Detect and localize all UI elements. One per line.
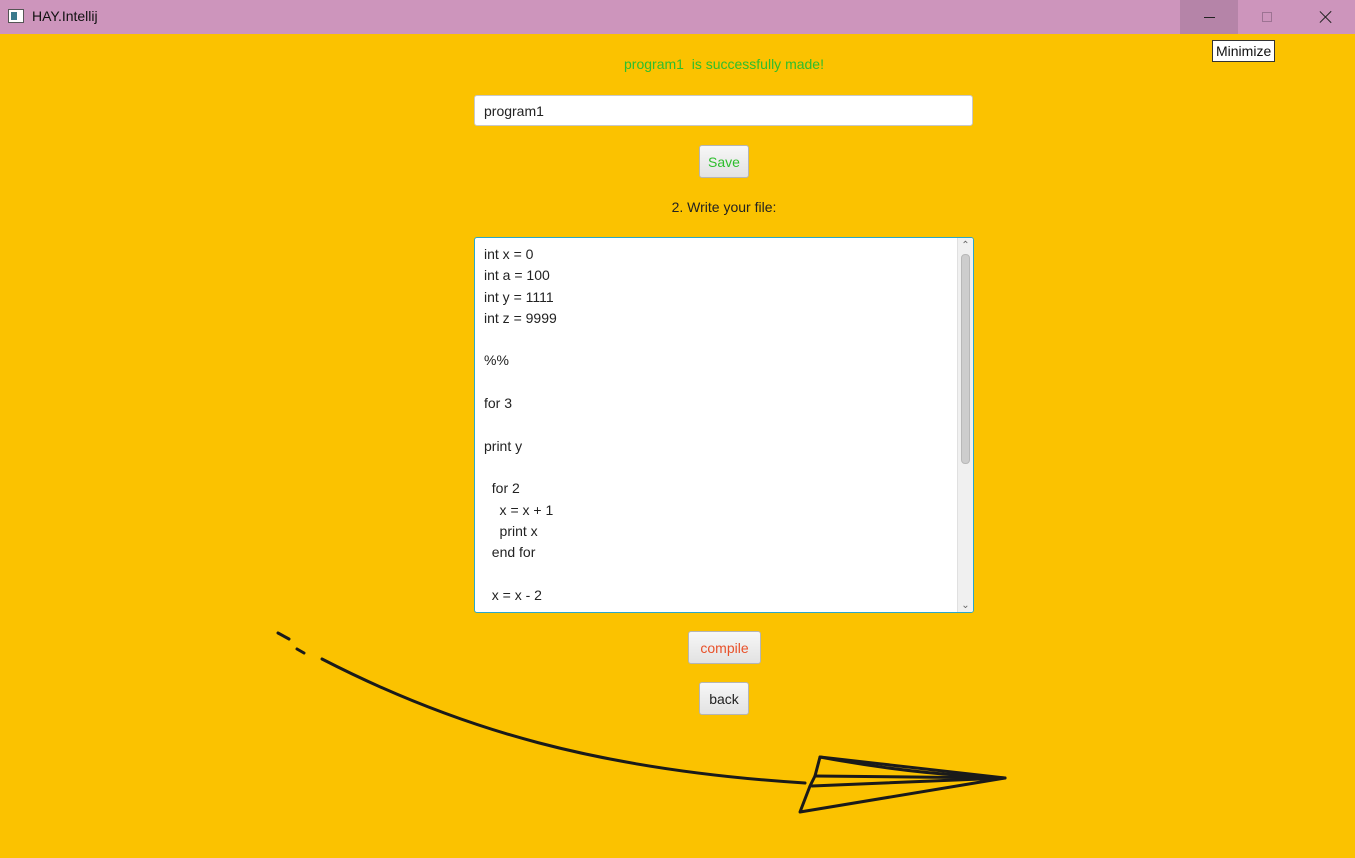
- scrollbar-thumb[interactable]: [961, 254, 970, 464]
- close-button[interactable]: [1297, 0, 1355, 34]
- maximize-icon: [1262, 12, 1272, 22]
- maximize-button[interactable]: [1238, 0, 1296, 34]
- code-text[interactable]: int x = 0 int a = 100 int y = 1111 int z…: [484, 244, 557, 606]
- back-button[interactable]: back: [699, 682, 749, 715]
- minimize-icon: [1203, 16, 1215, 18]
- status-message: program1 is successfully made!: [624, 56, 824, 72]
- minimize-button[interactable]: [1180, 0, 1238, 34]
- program-name-input[interactable]: [474, 95, 973, 126]
- app-icon: [8, 9, 24, 23]
- scroll-up-arrow-icon[interactable]: ⌃: [958, 238, 973, 252]
- close-icon: [1319, 10, 1333, 24]
- editor-scrollbar[interactable]: ⌃ ⌄: [957, 238, 973, 612]
- write-file-label: 2. Write your file:: [671, 199, 777, 215]
- compile-button[interactable]: compile: [688, 631, 761, 664]
- title-bar: HAY.Intellij: [0, 0, 1355, 34]
- save-button[interactable]: Save: [699, 145, 749, 178]
- code-editor[interactable]: int x = 0 int a = 100 int y = 1111 int z…: [474, 237, 974, 613]
- window-title: HAY.Intellij: [32, 8, 98, 24]
- scroll-down-arrow-icon[interactable]: ⌄: [958, 598, 973, 612]
